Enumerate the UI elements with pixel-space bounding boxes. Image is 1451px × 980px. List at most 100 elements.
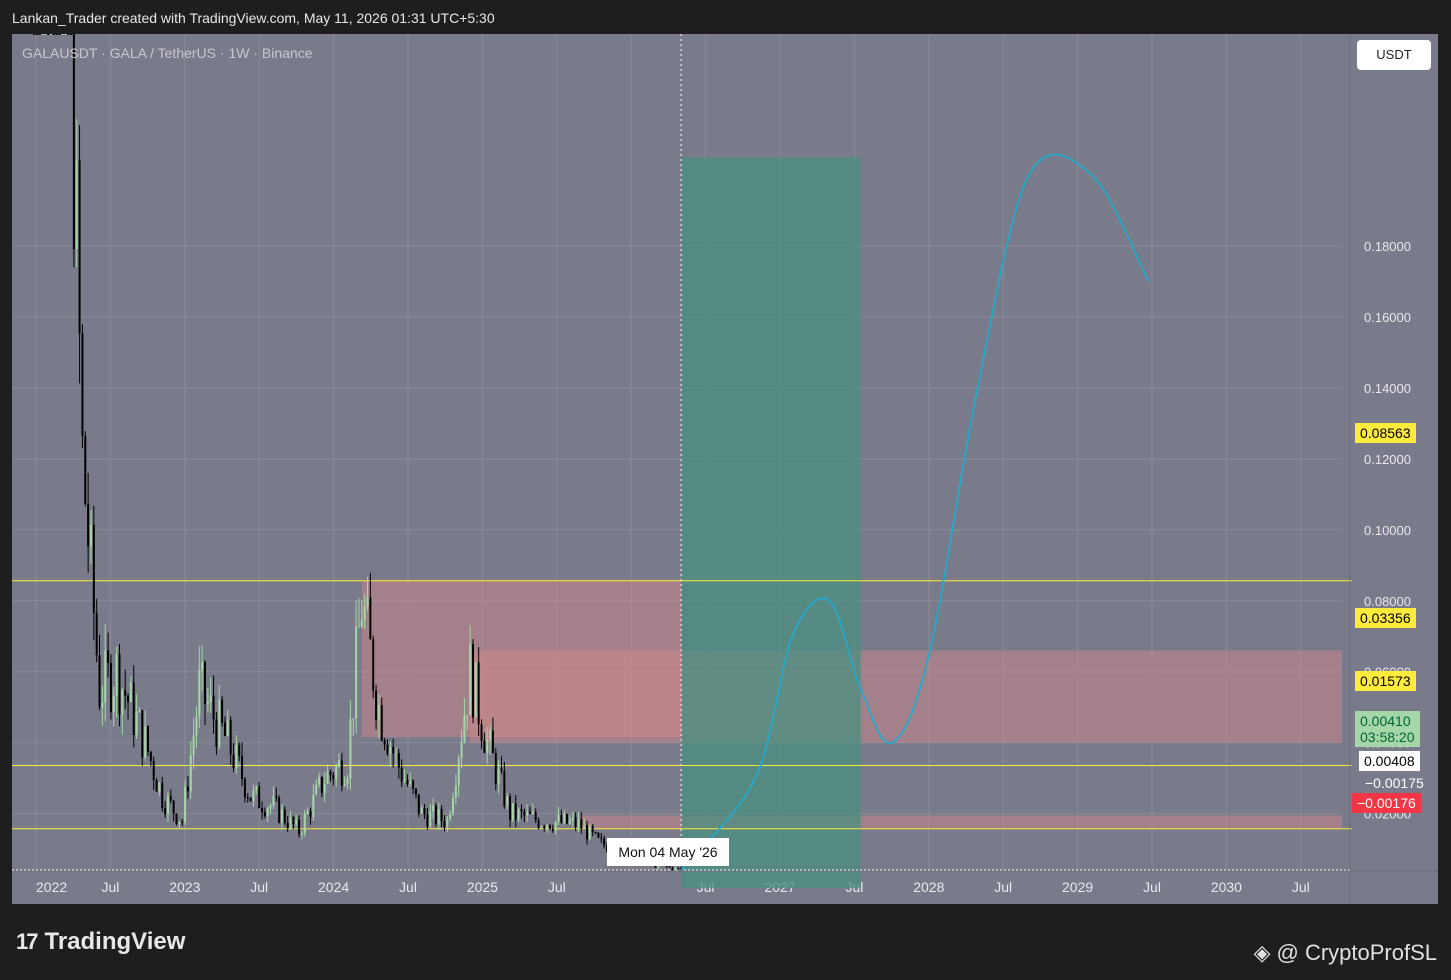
candle-body: [517, 809, 520, 820]
x-tick-label: 2028: [913, 879, 944, 895]
candle-body: [537, 820, 540, 829]
candle-body: [557, 814, 560, 822]
candle-body: [263, 812, 266, 817]
candle-body: [400, 767, 403, 782]
candle-body: [64, 34, 67, 35]
candle-body: [386, 744, 389, 755]
candle-body: [206, 701, 209, 704]
candle-body: [509, 796, 512, 820]
candle-body: [55, 34, 58, 35]
candle-body: [551, 828, 554, 831]
candle-body: [283, 809, 286, 823]
currency-button[interactable]: USDT: [1357, 40, 1431, 70]
candle-body: [446, 818, 449, 828]
y-tick-label: 0.16000: [1364, 310, 1411, 325]
candle-body: [72, 34, 75, 250]
candle-body: [81, 333, 84, 437]
chart-frame[interactable]: 0.18000 0.16000 0.14000 0.12000 0.10000 0.080…: [12, 34, 1438, 904]
candle-body: [280, 809, 283, 823]
candle-body: [340, 760, 343, 786]
candle-body: [184, 786, 187, 823]
y-tick-label: 0.08000: [1364, 594, 1411, 609]
candle-body: [392, 747, 395, 754]
candle-body: [155, 780, 158, 792]
x-tick-label: Jul: [1292, 879, 1310, 895]
candle-body: [560, 814, 563, 823]
candle-body: [98, 655, 101, 708]
candle-body: [246, 797, 249, 799]
candle-body: [320, 777, 323, 794]
candle-body: [483, 741, 486, 753]
candle-body: [355, 626, 358, 719]
candle-body: [577, 818, 580, 828]
target-zone: [681, 157, 861, 889]
candle-body: [309, 810, 312, 818]
candle-body: [591, 825, 594, 833]
candle-body: [403, 779, 406, 782]
candle-body: [586, 825, 589, 840]
candle-body: [395, 752, 398, 754]
candle-body: [104, 650, 107, 703]
tradingview-logo[interactable]: 17 TradingView: [16, 928, 185, 956]
candle-body: [312, 794, 315, 818]
candle-body: [477, 662, 480, 725]
candle-body: [127, 695, 130, 703]
candle-body: [166, 796, 169, 815]
candle-body: [497, 768, 500, 785]
candle-body: [261, 808, 264, 813]
last-price: 0.00410: [1360, 713, 1411, 729]
candle-body: [323, 783, 326, 794]
candle-body: [443, 821, 446, 828]
candle-body: [107, 650, 110, 663]
x-tick-label: Jul: [1143, 879, 1161, 895]
candle-body: [543, 826, 546, 829]
prev-close-tag: 0.00408: [1359, 751, 1420, 771]
candle-body: [540, 826, 543, 829]
candle-body: [306, 810, 309, 815]
symbol-info: GALAUSDT · GALA / TetherUS · 1W · Binanc…: [22, 45, 313, 61]
candle-body: [89, 524, 92, 547]
candle-body: [38, 34, 41, 35]
candle-body: [112, 695, 115, 713]
candle-body: [429, 811, 432, 827]
candle-body: [275, 795, 278, 798]
price-chart[interactable]: 0.18000 0.16000 0.14000 0.12000 0.10000 0.080…: [12, 34, 1438, 904]
candle-body: [186, 786, 189, 792]
candle-body: [118, 654, 121, 715]
candle-body: [138, 710, 141, 713]
candle-body: [506, 796, 509, 806]
bar-countdown: 03:58:20: [1360, 729, 1415, 745]
candle-body: [677, 867, 680, 869]
candle-body: [161, 782, 164, 809]
candle-body: [588, 825, 591, 840]
candle-body: [212, 695, 215, 720]
tradingview-logo-text: TradingView: [44, 928, 186, 955]
candle-body: [417, 794, 420, 814]
candle-body: [469, 644, 472, 716]
candle-body: [75, 160, 78, 250]
x-tick-label: Jul: [399, 879, 417, 895]
last-price-tag: 0.00410 03:58:20: [1355, 711, 1420, 747]
change-tag-red: −0.00176: [1352, 793, 1421, 813]
candle-body: [95, 612, 98, 656]
price-tag-level-1: 0.08563: [1355, 423, 1416, 443]
y-tick-label: 0.18000: [1364, 239, 1411, 254]
candle-body: [580, 818, 583, 829]
candle-body: [92, 524, 95, 613]
candle-body: [440, 808, 443, 822]
candle-body: [101, 702, 104, 708]
candle-body: [523, 811, 526, 816]
candle-body: [566, 814, 569, 824]
candle-body: [412, 780, 415, 789]
candle-body: [144, 726, 147, 758]
candle-body: [380, 705, 383, 741]
candle-body: [204, 662, 207, 704]
candle-body: [357, 626, 360, 628]
candle-body: [292, 816, 295, 825]
candle-body: [375, 690, 378, 720]
candle-body: [47, 34, 50, 35]
candle-body: [503, 771, 506, 806]
candle-body: [548, 824, 551, 829]
candle-body: [460, 741, 463, 759]
candle-body: [531, 812, 534, 814]
